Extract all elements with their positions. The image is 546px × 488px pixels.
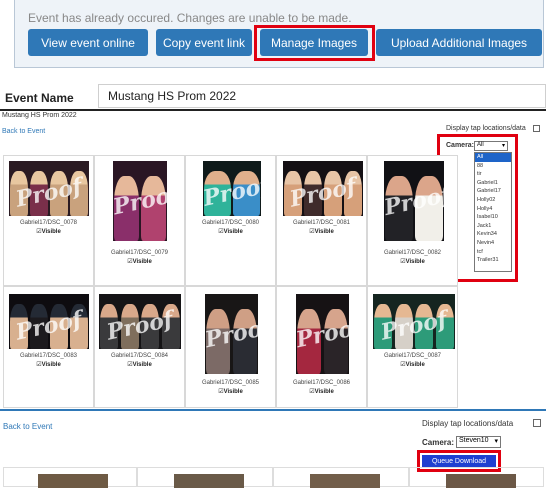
visible-toggle[interactable]: ☑Visible <box>277 388 366 395</box>
visible-label: Visible <box>132 362 152 368</box>
lower-display-tap-label: Display tap locations/data <box>422 419 514 428</box>
image-thumbnail[interactable]: Proof <box>283 161 363 216</box>
image-card: Proof Gabriel17/DSC_0078 ☑Visible <box>3 155 94 286</box>
copy-event-link-button[interactable]: Copy event link <box>156 29 252 56</box>
chevron-down-icon: ▾ <box>494 438 498 445</box>
image-thumbnail[interactable]: Proof <box>113 161 167 241</box>
event-name-label: Event Name <box>5 91 74 105</box>
visible-label: Visible <box>223 229 243 235</box>
image-thumbnail[interactable]: Proof <box>373 294 455 349</box>
lower-camera-select[interactable]: Steven10 ▾ <box>456 436 501 448</box>
lower-camera-select-value: Steven10 <box>459 437 489 444</box>
visible-toggle[interactable]: ☑Visible <box>95 258 184 265</box>
image-thumbnail[interactable]: Proof <box>9 161 89 216</box>
visible-label: Visible <box>41 229 61 235</box>
image-thumbnail[interactable]: Proof <box>9 294 89 349</box>
image-caption: Gabriel17/DSC_0083 <box>19 353 78 359</box>
notice-text: Event has already occured. Changes are u… <box>28 11 352 25</box>
bottom-thumbnail[interactable] <box>310 474 380 488</box>
section-divider <box>0 109 546 111</box>
image-card: Proof Gabriel17/DSC_0083 ☑Visible <box>3 286 94 408</box>
image-thumbnail[interactable]: Proof <box>384 161 444 241</box>
image-thumbnail[interactable]: Proof <box>203 161 261 216</box>
image-caption: Gabriel17/DSC_0079 <box>110 250 169 256</box>
image-caption: Gabriel17/DSC_0081 <box>292 220 351 226</box>
image-card: Proof Gabriel17/DSC_0081 ☑Visible <box>276 155 367 286</box>
visible-toggle[interactable]: ☑Visible <box>4 228 93 235</box>
visible-toggle[interactable]: ☑Visible <box>186 228 275 235</box>
image-card: Proof Gabriel17/DSC_0087 ☑Visible <box>367 286 458 408</box>
gallery-title: Mustang HS Prom 2022 <box>2 112 77 119</box>
visible-label: Visible <box>405 259 425 265</box>
visible-toggle[interactable]: ☑Visible <box>186 388 275 395</box>
visible-toggle[interactable]: ☑Visible <box>95 361 184 368</box>
event-name-field[interactable]: Mustang HS Prom 2022 <box>98 84 546 108</box>
bottom-grid-cell <box>273 467 409 488</box>
visible-toggle[interactable]: ☑Visible <box>368 258 457 265</box>
image-caption: Gabriel17/DSC_0087 <box>383 353 442 359</box>
image-thumbnail[interactable]: Proof <box>99 294 181 349</box>
bottom-thumbnail[interactable] <box>174 474 244 488</box>
bottom-grid-cell <box>409 467 544 488</box>
image-caption: Gabriel17/DSC_0082 <box>383 250 442 256</box>
visible-toggle[interactable]: ☑Visible <box>4 361 93 368</box>
image-card: Proof Gabriel17/DSC_0079 ☑Visible <box>94 155 185 286</box>
visible-label: Visible <box>405 362 425 368</box>
lower-camera-label: Camera: <box>422 438 455 447</box>
image-card: Proof Gabriel17/DSC_0085 ☑Visible <box>185 286 276 408</box>
image-caption: Gabriel17/DSC_0086 <box>292 380 351 386</box>
image-card: Proof Gabriel17/DSC_0082 ☑Visible <box>367 155 458 286</box>
image-thumbnail[interactable]: Proof <box>205 294 258 374</box>
image-card: Proof Gabriel17/DSC_0086 ☑Visible <box>276 286 367 408</box>
bottom-thumbnail[interactable] <box>446 474 516 488</box>
image-caption: Gabriel17/DSC_0084 <box>110 353 169 359</box>
bottom-thumbnail[interactable] <box>38 474 108 488</box>
display-tap-checkbox[interactable] <box>533 125 540 132</box>
visible-label: Visible <box>223 389 243 395</box>
image-caption: Gabriel17/DSC_0085 <box>201 380 260 386</box>
image-card: Proof Gabriel17/DSC_0084 ☑Visible <box>94 286 185 408</box>
view-event-online-button[interactable]: View event online <box>28 29 148 56</box>
image-thumbnail[interactable]: Proof <box>296 294 349 374</box>
visible-label: Visible <box>314 229 334 235</box>
image-card: Proof Gabriel17/DSC_0080 ☑Visible <box>185 155 276 286</box>
highlight-manage-images <box>254 25 375 61</box>
visible-toggle[interactable]: ☑Visible <box>368 361 457 368</box>
back-to-event-link[interactable]: Back to Event <box>2 128 45 135</box>
visible-toggle[interactable]: ☑Visible <box>277 228 366 235</box>
visible-label: Visible <box>41 362 61 368</box>
bottom-grid-cell <box>137 467 273 488</box>
visible-label: Visible <box>132 259 152 265</box>
bottom-grid-cell <box>3 467 137 488</box>
lower-back-to-event-link[interactable]: Back to Event <box>3 422 52 431</box>
upload-additional-images-button[interactable]: Upload Additional Images <box>376 29 542 56</box>
image-caption: Gabriel17/DSC_0078 <box>19 220 78 226</box>
display-tap-label: Display tap locations/data <box>446 125 526 132</box>
image-caption: Gabriel17/DSC_0080 <box>201 220 260 226</box>
lower-divider <box>0 409 546 411</box>
visible-label: Visible <box>314 389 334 395</box>
lower-display-tap-checkbox[interactable] <box>533 419 541 427</box>
